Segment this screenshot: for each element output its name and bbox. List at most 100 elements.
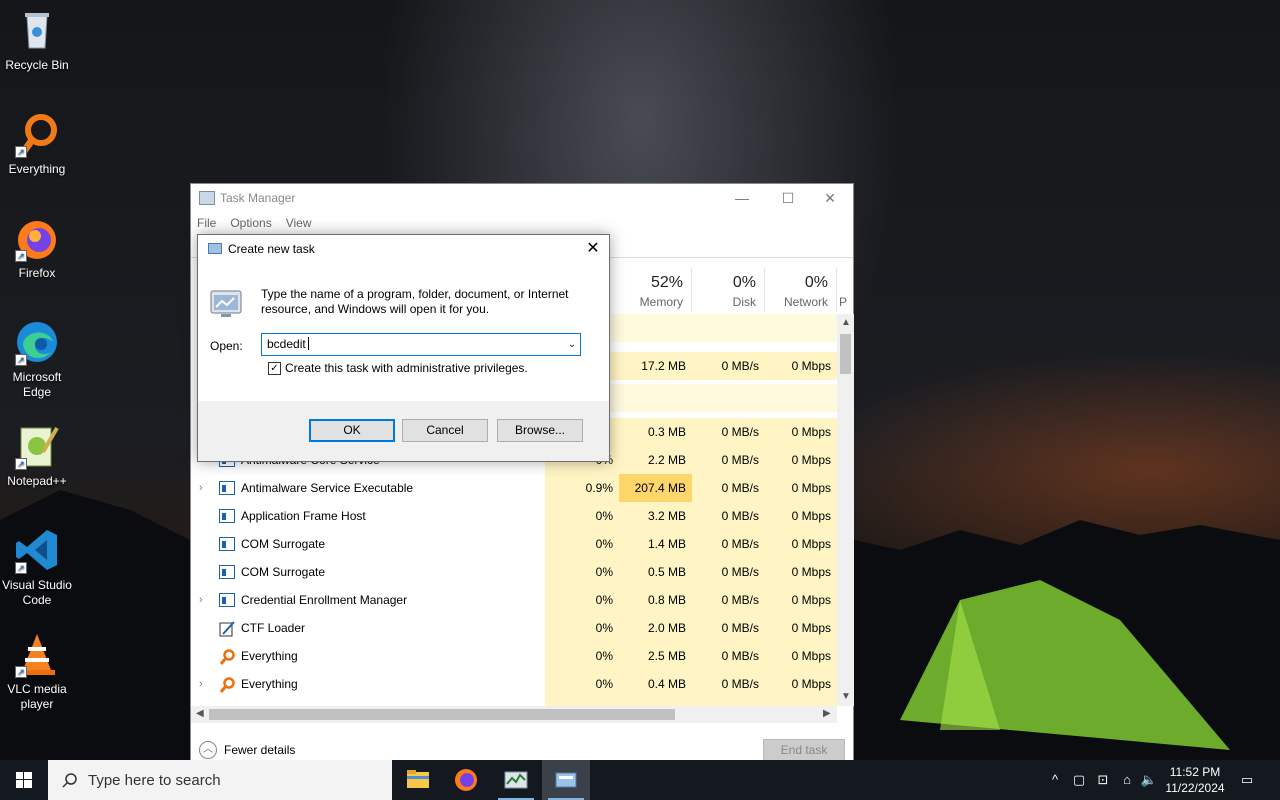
process-window-icon bbox=[219, 537, 235, 551]
table-row[interactable] bbox=[191, 698, 837, 706]
search-placeholder: Type here to search bbox=[88, 772, 221, 789]
column-header-memory[interactable]: 52% Memory bbox=[619, 268, 692, 312]
memory-cell: 3.2 MB bbox=[619, 502, 692, 530]
notepad-plus-plus-icon: ↗ bbox=[13, 422, 61, 470]
column-header-network[interactable]: 0% Network bbox=[765, 268, 837, 312]
desktop-icon-everything[interactable]: ↗ Everything bbox=[0, 110, 74, 177]
table-row[interactable]: Everything 0% 2.5 MB 0 MB/s 0 Mbps bbox=[191, 642, 837, 670]
firefox-icon: ↗ bbox=[13, 214, 61, 262]
disk-cell: 0 MB/s bbox=[692, 530, 765, 558]
cpu-cell: 0% bbox=[545, 502, 619, 530]
process-window-icon bbox=[219, 593, 235, 607]
ctf-loader-icon bbox=[219, 621, 235, 637]
table-row[interactable]: COM Surrogate 0% 1.4 MB 0 MB/s 0 Mbps bbox=[191, 530, 837, 558]
everything-icon bbox=[219, 649, 235, 665]
tray-app-icon[interactable]: ▢ bbox=[1070, 760, 1088, 800]
scroll-right-icon[interactable]: ▶ bbox=[823, 708, 831, 719]
desktop-icon-label: Microsoft Edge bbox=[12, 370, 62, 399]
scroll-up-icon[interactable]: ▲ bbox=[841, 317, 851, 328]
cpu-cell: 0% bbox=[545, 530, 619, 558]
browse-button[interactable]: Browse... bbox=[497, 419, 583, 442]
minimize-icon[interactable]: — bbox=[719, 184, 765, 212]
taskbar-task-manager[interactable] bbox=[492, 760, 540, 800]
start-button[interactable] bbox=[0, 760, 48, 800]
taskbar-search-box[interactable]: Type here to search bbox=[48, 760, 392, 800]
window-title: Task Manager bbox=[220, 191, 296, 205]
menu-options[interactable]: Options bbox=[230, 212, 285, 234]
desktop-icon-edge[interactable]: ↗ Microsoft Edge bbox=[0, 318, 74, 400]
menu-view[interactable]: View bbox=[286, 212, 326, 234]
network-cell: 0 Mbps bbox=[765, 352, 837, 380]
network-label: Network bbox=[783, 295, 828, 309]
table-row[interactable]: › Antimalware Service Executable 0.9% 20… bbox=[191, 474, 837, 502]
chevron-up-icon[interactable]: ︿ bbox=[199, 741, 217, 759]
column-header-disk[interactable]: 0% Disk bbox=[692, 268, 765, 312]
scroll-thumb[interactable] bbox=[840, 334, 851, 374]
open-combobox-input[interactable]: bcdedit bbox=[261, 333, 581, 356]
scroll-left-icon[interactable]: ◀ bbox=[196, 708, 204, 719]
process-name: Application Frame Host bbox=[241, 509, 366, 523]
cancel-button[interactable]: Cancel bbox=[402, 419, 488, 442]
taskbar-clock[interactable]: 11:52 PM 11/22/2024 bbox=[1158, 764, 1232, 796]
admin-privileges-label[interactable]: Create this task with administrative pri… bbox=[285, 361, 528, 375]
desktop-icon-vscode[interactable]: ↗ Visual Studio Code bbox=[0, 526, 74, 608]
network-cell: 0 Mbps bbox=[765, 446, 837, 474]
disk-cell: 0 MB/s bbox=[692, 586, 765, 614]
expand-chevron-icon[interactable]: › bbox=[199, 482, 209, 494]
vertical-scrollbar[interactable]: ▲ ▼ bbox=[837, 314, 854, 706]
table-row[interactable]: › Everything 0% 0.4 MB 0 MB/s 0 Mbps bbox=[191, 670, 837, 698]
show-hidden-icons-chevron-icon[interactable]: ^ bbox=[1046, 760, 1064, 800]
scroll-thumb[interactable] bbox=[209, 709, 675, 720]
vscode-icon: ↗ bbox=[13, 526, 61, 574]
volume-muted-icon[interactable]: 🔈 bbox=[1140, 760, 1158, 800]
network-cell: 0 Mbps bbox=[765, 670, 837, 698]
cpu-cell: 0% bbox=[545, 558, 619, 586]
shortcut-arrow-icon: ↗ bbox=[15, 354, 27, 366]
desktop-icon-vlc[interactable]: ↗ VLC media player bbox=[0, 630, 74, 712]
open-label: Open: bbox=[210, 339, 243, 353]
memory-cell: 0.4 MB bbox=[619, 670, 692, 698]
expand-chevron-icon[interactable]: › bbox=[199, 678, 209, 690]
text-caret bbox=[307, 337, 309, 350]
clock-date: 11/22/2024 bbox=[1165, 781, 1225, 795]
table-row[interactable]: › Credential Enrollment Manager 0% 0.8 M… bbox=[191, 586, 837, 614]
close-icon[interactable]: ✕ bbox=[807, 184, 853, 212]
scroll-down-icon[interactable]: ▼ bbox=[841, 691, 851, 702]
network-cell: 0 Mbps bbox=[765, 558, 837, 586]
desktop-icon-recycle-bin[interactable]: Recycle Bin bbox=[0, 6, 74, 73]
network-cell: 0 Mbps bbox=[765, 614, 837, 642]
expand-chevron-icon[interactable]: › bbox=[199, 594, 209, 606]
memory-cell: 17.2 MB bbox=[619, 352, 692, 380]
end-task-button[interactable]: End task bbox=[763, 739, 845, 761]
shortcut-arrow-icon: ↗ bbox=[15, 666, 27, 678]
task-manager-titlebar[interactable]: Task Manager — ☐ ✕ bbox=[191, 184, 853, 212]
dropdown-chevron-icon[interactable]: ⌄ bbox=[564, 335, 580, 354]
notifications-icon[interactable]: ▭ bbox=[1236, 760, 1258, 800]
column-header-partial[interactable]: 0 P bbox=[839, 268, 853, 312]
ok-button[interactable]: OK bbox=[309, 419, 395, 442]
table-row[interactable]: CTF Loader 0% 2.0 MB 0 MB/s 0 Mbps bbox=[191, 614, 837, 642]
table-row[interactable]: COM Surrogate 0% 0.5 MB 0 MB/s 0 Mbps bbox=[191, 558, 837, 586]
maximize-icon[interactable]: ☐ bbox=[765, 184, 811, 212]
shortcut-arrow-icon: ↗ bbox=[15, 562, 27, 574]
tray-security-icon[interactable]: ⊡ bbox=[1094, 760, 1112, 800]
disk-cell: 0 MB/s bbox=[692, 502, 765, 530]
close-icon[interactable]: ✕ bbox=[578, 237, 608, 261]
taskbar-run-dialog[interactable] bbox=[542, 760, 590, 800]
fewer-details-link[interactable]: Fewer details bbox=[224, 743, 295, 757]
process-name: Everything bbox=[241, 677, 298, 691]
desktop-icon-firefox[interactable]: ↗ Firefox bbox=[0, 214, 74, 281]
taskbar-file-explorer[interactable] bbox=[394, 760, 442, 800]
menu-file[interactable]: File bbox=[197, 212, 230, 234]
disk-cell: 0 MB/s bbox=[692, 642, 765, 670]
memory-cell: 0.3 MB bbox=[619, 418, 692, 446]
network-icon[interactable]: ⌂ bbox=[1117, 760, 1137, 800]
horizontal-scrollbar[interactable]: ◀ ▶ bbox=[191, 706, 837, 723]
dialog-titlebar[interactable]: Create new task ✕ bbox=[198, 235, 609, 263]
table-row[interactable]: Application Frame Host 0% 3.2 MB 0 MB/s … bbox=[191, 502, 837, 530]
cpu-cell: 0% bbox=[545, 642, 619, 670]
task-manager-icon bbox=[504, 771, 528, 789]
desktop-icon-notepad-plus-plus[interactable]: ↗ Notepad++ bbox=[0, 422, 74, 489]
admin-privileges-checkbox[interactable]: ✓ bbox=[268, 362, 281, 375]
taskbar-firefox[interactable] bbox=[442, 760, 490, 800]
